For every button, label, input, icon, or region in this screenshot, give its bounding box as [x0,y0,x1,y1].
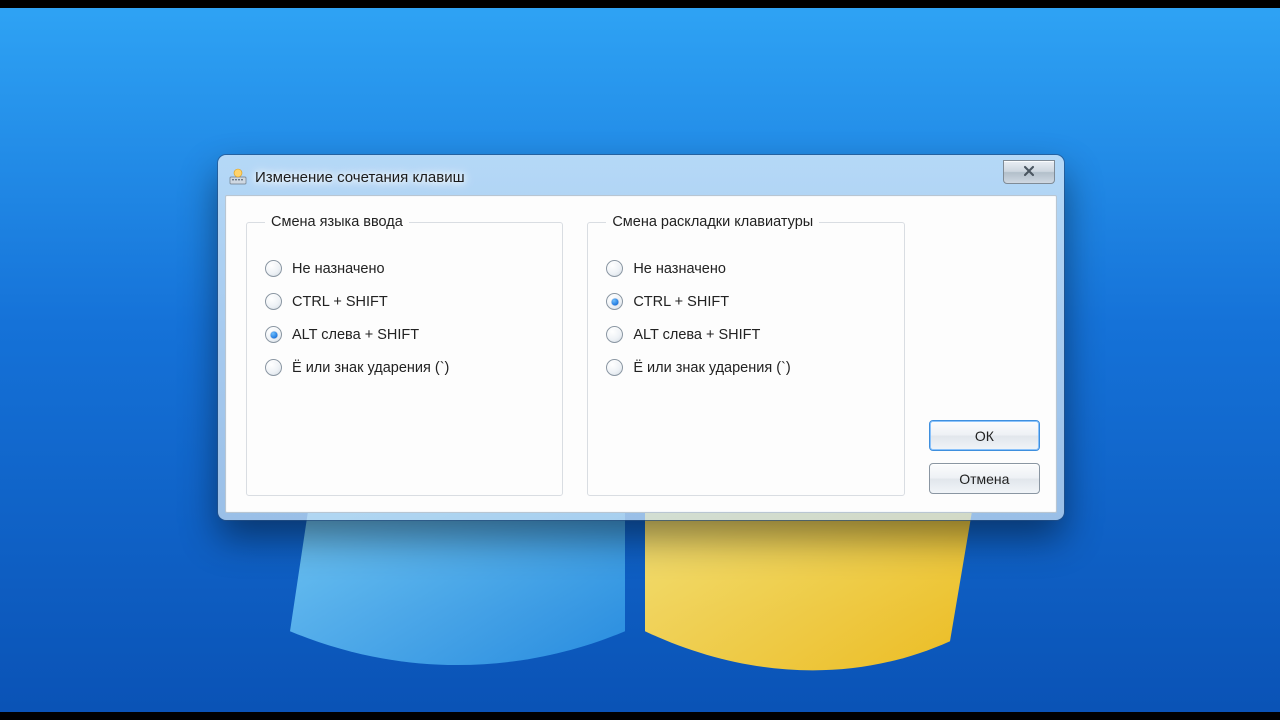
radio-icon [265,293,282,310]
radio-icon [265,359,282,376]
keyboard-layout-icon [229,168,247,186]
keyboard-layout-option-alt-left-shift[interactable]: ALT слева + SHIFT [606,326,885,343]
radio-label: Ё или знак ударения (`) [292,360,449,376]
hotkey-change-dialog: Изменение сочетания клавиш Смена языка в… [218,155,1064,520]
input-language-option-alt-left-shift[interactable]: ALT слева + SHIFT [265,326,544,343]
input-language-legend: Смена языка ввода [265,214,409,230]
radio-label: Ё или знак ударения (`) [633,360,790,376]
radio-icon [606,260,623,277]
radio-label: Не назначено [292,261,385,277]
radio-label: CTRL + SHIFT [292,294,388,310]
close-icon [1023,164,1035,180]
radio-label: ALT слева + SHIFT [292,327,419,343]
keyboard-layout-legend: Смена раскладки клавиатуры [606,214,819,230]
keyboard-layout-option-ctrl-shift[interactable]: CTRL + SHIFT [606,293,885,310]
dialog-buttons: ОК Отмена [929,420,1040,496]
keyboard-layout-option-not-assigned[interactable]: Не назначено [606,260,885,277]
radio-label: Не назначено [633,261,726,277]
radio-icon [265,260,282,277]
cancel-button[interactable]: Отмена [929,463,1040,494]
radio-icon [265,326,282,343]
close-button[interactable] [1003,160,1055,184]
dialog-content: Смена языка ввода Не назначено CTRL + SH… [246,214,1040,496]
radio-icon [606,359,623,376]
dialog-client-area: Смена языка ввода Не назначено CTRL + SH… [225,195,1057,513]
keyboard-layout-group: Смена раскладки клавиатуры Не назначено … [587,214,904,496]
keyboard-layout-option-grave-accent[interactable]: Ё или знак ударения (`) [606,359,885,376]
input-language-option-ctrl-shift[interactable]: CTRL + SHIFT [265,293,544,310]
radio-label: CTRL + SHIFT [633,294,729,310]
desktop-wallpaper: Изменение сочетания клавиш Смена языка в… [0,0,1280,720]
radio-icon [606,293,623,310]
dialog-title: Изменение сочетания клавиш [255,169,465,186]
ok-button[interactable]: ОК [929,420,1040,451]
input-language-option-not-assigned[interactable]: Не назначено [265,260,544,277]
radio-icon [606,326,623,343]
radio-label: ALT слева + SHIFT [633,327,760,343]
letterbox-top [0,0,1280,8]
input-language-option-grave-accent[interactable]: Ё или знак ударения (`) [265,359,544,376]
input-language-group: Смена языка ввода Не назначено CTRL + SH… [246,214,563,496]
dialog-titlebar[interactable]: Изменение сочетания клавиш [225,162,1057,192]
